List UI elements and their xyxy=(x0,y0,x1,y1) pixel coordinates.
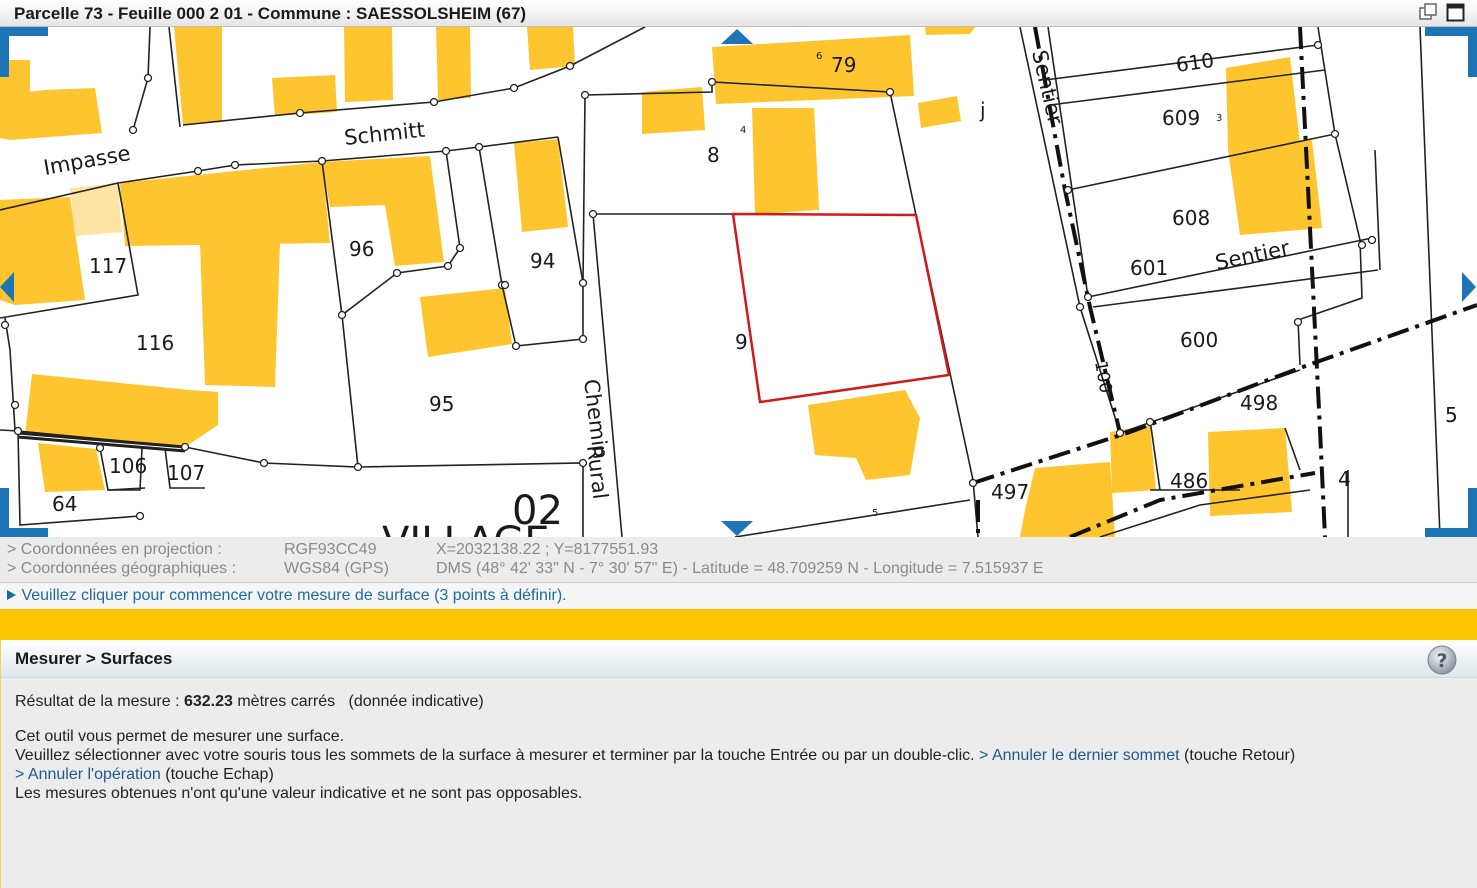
parcel-number: 497 xyxy=(991,480,1029,504)
parcel-number: 600 xyxy=(1180,328,1218,352)
measure-hint-bar: Veuillez cliquer pour commencer votre me… xyxy=(0,582,1477,609)
disclaimer: Les mesures obtenues n'ont qu'une valeur… xyxy=(15,785,583,802)
parcel-number: 608 xyxy=(1172,206,1210,230)
projection-label: > Coordonnées en projection : xyxy=(7,541,222,558)
result-value: 632.23 xyxy=(183,693,233,710)
house-number: 4 xyxy=(740,125,746,136)
parcel-number: 94 xyxy=(530,249,555,273)
window-title: Parcelle 73 - Feuille 000 2 01 - Commune… xyxy=(14,4,527,23)
parcel-number: 95 xyxy=(429,392,454,416)
measure-panel-title: Mesurer > Surfaces xyxy=(15,649,173,668)
window-title-bar: Parcelle 73 - Feuille 000 2 01 - Commune… xyxy=(0,0,1477,27)
measure-panel-body: Résultat de la mesure : 632.23 mètres ca… xyxy=(15,692,1295,803)
parcel-number: 117 xyxy=(89,254,127,278)
house-number: 5 xyxy=(872,508,878,519)
restore-window-icon[interactable] xyxy=(1419,3,1438,22)
parcel-number: j xyxy=(979,98,986,122)
street-label-impasse: Impasse xyxy=(42,141,132,180)
parcel-number: 106 xyxy=(109,454,147,478)
cancel-operation-link[interactable]: > Annuler l'opération xyxy=(15,766,161,783)
house-number: 6 xyxy=(816,51,822,62)
parcel-number: 64 xyxy=(52,492,77,516)
undo-last-vertex-key: (touche Retour) xyxy=(1179,747,1296,764)
pan-north-icon[interactable] xyxy=(721,29,753,44)
undo-last-vertex-link[interactable]: > Annuler le dernier sommet xyxy=(979,747,1180,764)
road-code-label: 100 xyxy=(1090,359,1115,394)
projection-system: RGF93CC49 xyxy=(284,541,377,558)
parcel-number: 609 xyxy=(1162,106,1200,130)
tool-description: Cet outil vous permet de mesurer une sur… xyxy=(15,728,345,745)
svg-text:?: ? xyxy=(1436,650,1447,672)
selected-parcel-outline xyxy=(731,212,951,404)
measure-hint-text: Veuillez cliquer pour commencer votre me… xyxy=(21,587,567,604)
instructions-text: Veuillez sélectionner avec votre souris … xyxy=(15,747,975,764)
parcel-number: 107 xyxy=(167,461,205,485)
parcel-number: 116 xyxy=(136,331,174,355)
separator-band xyxy=(0,609,1477,640)
tool-instructions: Veuillez sélectionner avec votre souris … xyxy=(15,746,1295,765)
cancel-row: > Annuler l'opération (touche Echap) xyxy=(15,765,1295,784)
measure-panel-header: Mesurer > Surfaces ? xyxy=(1,640,1477,678)
help-icon[interactable]: ? xyxy=(1426,644,1458,676)
parcel-number: 79 xyxy=(831,53,856,77)
parcel-number: 498 xyxy=(1240,391,1278,415)
result-unit: mètres carrés xyxy=(232,693,336,710)
pan-east-icon[interactable] xyxy=(1462,272,1476,302)
measure-panel: Mesurer > Surfaces ? Résultat de la mesu… xyxy=(0,640,1477,888)
section-number-label: 02 xyxy=(512,488,563,534)
parcel-number: 8 xyxy=(707,143,720,167)
measure-result: Résultat de la mesure : 632.23 mètres ca… xyxy=(15,692,1295,711)
projection-value: X=2032138.22 ; Y=8177551.93 xyxy=(436,541,659,558)
pan-south-icon[interactable] xyxy=(721,521,753,536)
maximize-window-icon[interactable] xyxy=(1446,3,1465,22)
parcel-number: 486 xyxy=(1170,469,1208,493)
result-note: (donnée indicative) xyxy=(348,693,484,710)
parcel-number: 601 xyxy=(1130,256,1168,280)
section-labels: VILLAGE 02 xyxy=(382,488,563,537)
geographic-value: DMS (48° 42' 33" N - 7° 30' 57" E) - Lat… xyxy=(436,560,1044,577)
parcel-number: 96 xyxy=(349,237,374,261)
parcel-number: 4 xyxy=(1338,467,1351,491)
play-triangle-icon xyxy=(7,590,16,600)
street-label-schmitt: Schmitt xyxy=(343,118,426,150)
coordinates-panel: > Coordonnées en projection : RGF93CC49 … xyxy=(0,538,1477,582)
cadastral-map[interactable]: Impasse Schmitt Chemin Rural Sentier Sen… xyxy=(0,27,1477,537)
parcel-number: 5 xyxy=(1445,403,1458,427)
geographic-system: WGS84 (GPS) xyxy=(284,560,389,577)
geographic-label: > Coordonnées géographiques : xyxy=(7,560,237,577)
result-prefix: Résultat de la mesure : xyxy=(15,693,184,710)
parcel-number: 610 xyxy=(1174,48,1215,77)
street-label-sentier: Sentier xyxy=(1213,236,1292,275)
cancel-operation-key: (touche Echap) xyxy=(160,766,274,783)
house-number: 3 xyxy=(1216,113,1222,124)
measure-hint: Veuillez cliquer pour commencer votre me… xyxy=(6,587,567,605)
parcel-number: 9 xyxy=(735,330,748,354)
